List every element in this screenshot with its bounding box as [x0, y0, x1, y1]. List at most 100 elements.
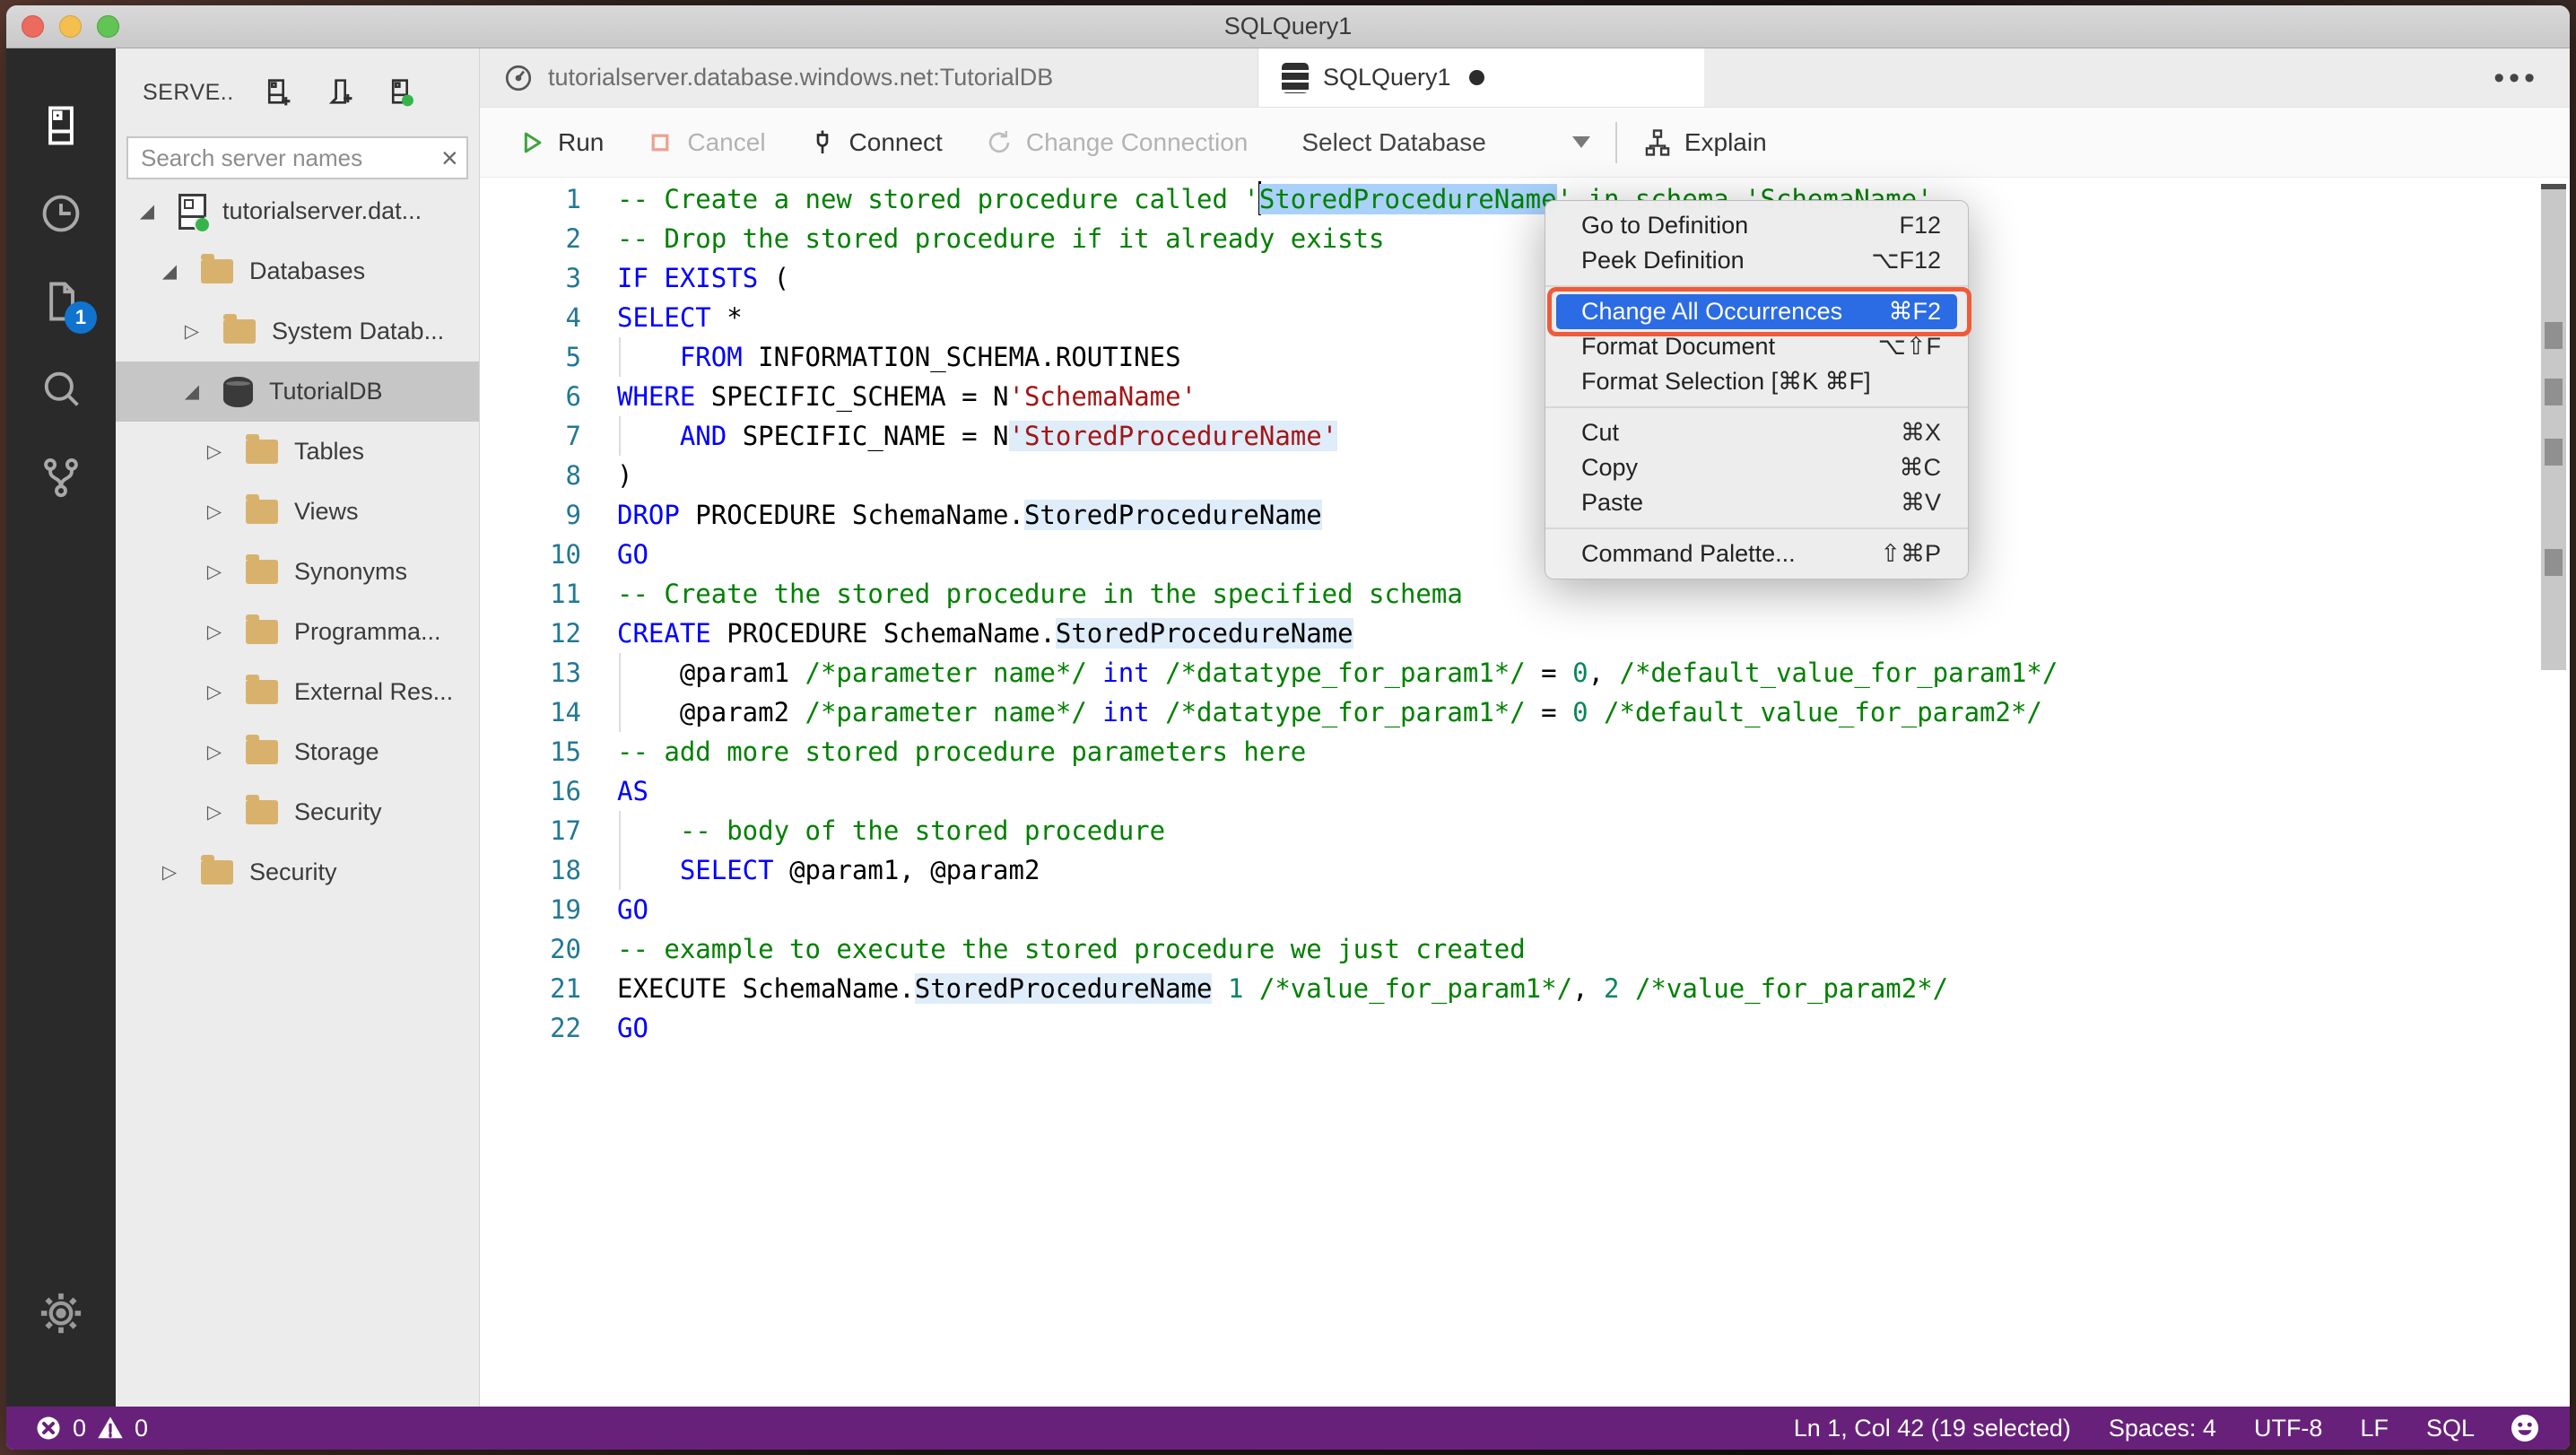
run-button[interactable]: Run [516, 127, 604, 158]
code-line-10[interactable]: 10 GO [480, 535, 2534, 574]
code-line-2[interactable]: 2 -- Drop the stored procedure if it alre… [480, 219, 2534, 258]
line-number: 17 [550, 815, 581, 846]
code-line-21[interactable]: 21 EXECUTE SchemaName.StoredProcedureName… [480, 969, 2534, 1008]
feedback-smiley-icon[interactable] [2509, 1412, 2541, 1444]
code-area[interactable]: 1 -- Create a new stored procedure called… [480, 178, 2534, 1407]
code-line-18[interactable]: 18 SELECT @param1, @param2 [480, 850, 2534, 890]
code-line-3[interactable]: 3 IF EXISTS ( [480, 258, 2534, 298]
code-line-11[interactable]: 11 -- Create the stored procedure in the … [480, 574, 2534, 614]
chevron-collapsed-icon[interactable]: ▷ [203, 741, 226, 763]
tree-item-programma[interactable]: ▷ Programma... [116, 602, 479, 662]
statusbar-item-ln-1-col-42-19-selected[interactable]: Ln 1, Col 42 (19 selected) [1794, 1415, 2071, 1442]
code-line-13[interactable]: 13 @param1 /*parameter name*/ int /*data… [480, 653, 2534, 693]
chevron-expanded-icon[interactable]: ◢ [135, 200, 159, 222]
line-number: 11 [550, 579, 581, 609]
menu-item-peek-definition[interactable]: Peek Definition ⌥F12 [1556, 243, 1957, 278]
chevron-collapsed-icon[interactable]: ▷ [203, 561, 226, 583]
statusbar-item-utf-8[interactable]: UTF-8 [2254, 1415, 2323, 1442]
explain-button[interactable]: Explain [1642, 127, 1767, 158]
settings-gear-icon[interactable] [36, 1288, 86, 1338]
code-token: CREATE [617, 618, 711, 649]
code-line-19[interactable]: 19 GO [480, 890, 2534, 929]
code-line-17[interactable]: 17 -- body of the stored procedure [480, 811, 2534, 850]
line-number: 12 [550, 618, 581, 649]
code-line-8[interactable]: 8) [480, 456, 2534, 495]
chevron-collapsed-icon[interactable]: ▷ [203, 621, 226, 643]
code-text: @param2 /*parameter name*/ int /*datatyp… [617, 693, 2042, 732]
activity-task-history-icon[interactable] [36, 188, 86, 239]
line-number: 14 [550, 697, 581, 728]
tree-item-system-datab[interactable]: ▷ System Datab... [116, 301, 479, 362]
select-database-dropdown[interactable]: Select Database [1301, 127, 1590, 157]
code-line-12[interactable]: 12 CREATE PROCEDURE SchemaName.StoredProc… [480, 614, 2534, 653]
tree-item-security[interactable]: ▷ Security [116, 782, 479, 842]
change-connection-button[interactable]: Change Connection [984, 127, 1248, 158]
code-line-16[interactable]: 16 AS [480, 771, 2534, 811]
menu-item-label: Cut [1581, 419, 1620, 446]
tree-item-label: Views [294, 498, 359, 525]
tree-item-tables[interactable]: ▷ Tables [116, 422, 479, 482]
tree-item-tutorialserver-dat[interactable]: ◢ tutorialserver.dat... [116, 181, 479, 241]
code-token: -- Create the stored procedure in the sp… [617, 579, 1463, 609]
cancel-button[interactable]: Cancel [645, 127, 766, 158]
tree-item-security[interactable]: ▷ Security [116, 842, 479, 902]
code-line-1[interactable]: 1 -- Create a new stored procedure called… [480, 179, 2534, 219]
clear-search-icon[interactable]: × [441, 144, 458, 172]
code-token: PROCEDURE SchemaName. [710, 618, 1056, 649]
active-connections-icon[interactable] [385, 76, 418, 109]
activity-servers-icon[interactable] [36, 100, 86, 151]
menu-item-paste[interactable]: Paste ⌘V [1556, 485, 1957, 520]
activity-notebooks-icon[interactable]: 1 [36, 276, 97, 334]
tree-item-tutorialdb[interactable]: ◢ TutorialDB [116, 362, 479, 422]
scrollbar-slider[interactable] [2541, 184, 2566, 670]
tree-item-storage[interactable]: ▷ Storage [116, 722, 479, 782]
tree-item-synonyms[interactable]: ▷ Synonyms [116, 542, 479, 602]
code-line-15[interactable]: 15 -- add more stored procedure parameter… [480, 732, 2534, 771]
folder-icon [246, 735, 278, 764]
activity-search-icon[interactable] [36, 364, 86, 414]
chevron-collapsed-icon[interactable]: ▷ [203, 501, 226, 523]
chevron-expanded-icon[interactable]: ◢ [158, 260, 181, 283]
code-line-22[interactable]: 22 GO [480, 1008, 2534, 1048]
code-token: 0 [1572, 697, 1588, 728]
new-connection-icon[interactable] [261, 76, 294, 109]
code-line-9[interactable]: 9 DROP PROCEDURE SchemaName.StoredProcedu… [480, 495, 2534, 535]
code-token: EXISTS [664, 263, 759, 293]
chevron-expanded-icon[interactable]: ◢ [180, 380, 204, 403]
menu-item-change-all-occurrences[interactable]: Change All Occurrences ⌘F2 [1547, 287, 1971, 336]
tree-item-external-res[interactable]: ▷ External Res... [116, 662, 479, 722]
query-plan-icon [1645, 128, 1670, 156]
statusbar-item-sql[interactable]: SQL [2426, 1415, 2475, 1442]
chevron-collapsed-icon[interactable]: ▷ [180, 320, 204, 343]
tab-sqlquery1[interactable]: SQLQuery1 [1258, 48, 1704, 107]
statusbar-item-lf[interactable]: LF [2360, 1415, 2389, 1442]
menu-item-cut[interactable]: Cut ⌘X [1556, 415, 1957, 450]
menu-item-command-palette[interactable]: Command Palette... ⇧⌘P [1556, 536, 1957, 571]
code-line-20[interactable]: 20 -- example to execute the stored proce… [480, 929, 2534, 969]
code-token: PROCEDURE SchemaName. [679, 500, 1024, 530]
statusbar-item-spaces-4[interactable]: Spaces: 4 [2109, 1415, 2216, 1442]
tree-item-databases[interactable]: ◢ Databases [116, 241, 479, 301]
menu-item-format-selection-k-f[interactable]: Format Selection [⌘K ⌘F] [1556, 364, 1957, 399]
code-line-14[interactable]: 14 @param2 /*parameter name*/ int /*data… [480, 693, 2534, 732]
search-input[interactable] [141, 144, 441, 172]
menu-item-go-to-definition[interactable]: Go to Definition F12 [1556, 208, 1957, 243]
line-number: 16 [550, 776, 581, 806]
problems-indicator[interactable]: 0 0 [35, 1415, 148, 1442]
code-line-4[interactable]: 4 SELECT * [480, 298, 2534, 337]
tab-connection-dashboard[interactable]: tutorialserver.database.windows.net:Tuto… [480, 48, 1258, 107]
line-number: 10 [550, 539, 581, 570]
code-line-5[interactable]: 5 FROM INFORMATION_SCHEMA.ROUTINES [480, 337, 2534, 377]
menu-item-format-document[interactable]: Format Document ⌥⇧F [1556, 329, 1957, 364]
chevron-collapsed-icon[interactable]: ▷ [158, 861, 181, 884]
new-server-group-icon[interactable] [323, 76, 356, 109]
connect-button[interactable]: Connect [807, 127, 943, 158]
chevron-collapsed-icon[interactable]: ▷ [203, 440, 226, 463]
menu-item-copy[interactable]: Copy ⌘C [1556, 450, 1957, 485]
code-line-6[interactable]: 6 WHERE SPECIFIC_SCHEMA = N'SchemaName' [480, 377, 2534, 416]
chevron-collapsed-icon[interactable]: ▷ [203, 681, 226, 703]
code-line-7[interactable]: 7 AND SPECIFIC_NAME = N'StoredProcedureN… [480, 416, 2534, 456]
activity-source-control-icon[interactable] [36, 452, 86, 502]
chevron-collapsed-icon[interactable]: ▷ [203, 801, 226, 823]
tree-item-views[interactable]: ▷ Views [116, 482, 479, 542]
